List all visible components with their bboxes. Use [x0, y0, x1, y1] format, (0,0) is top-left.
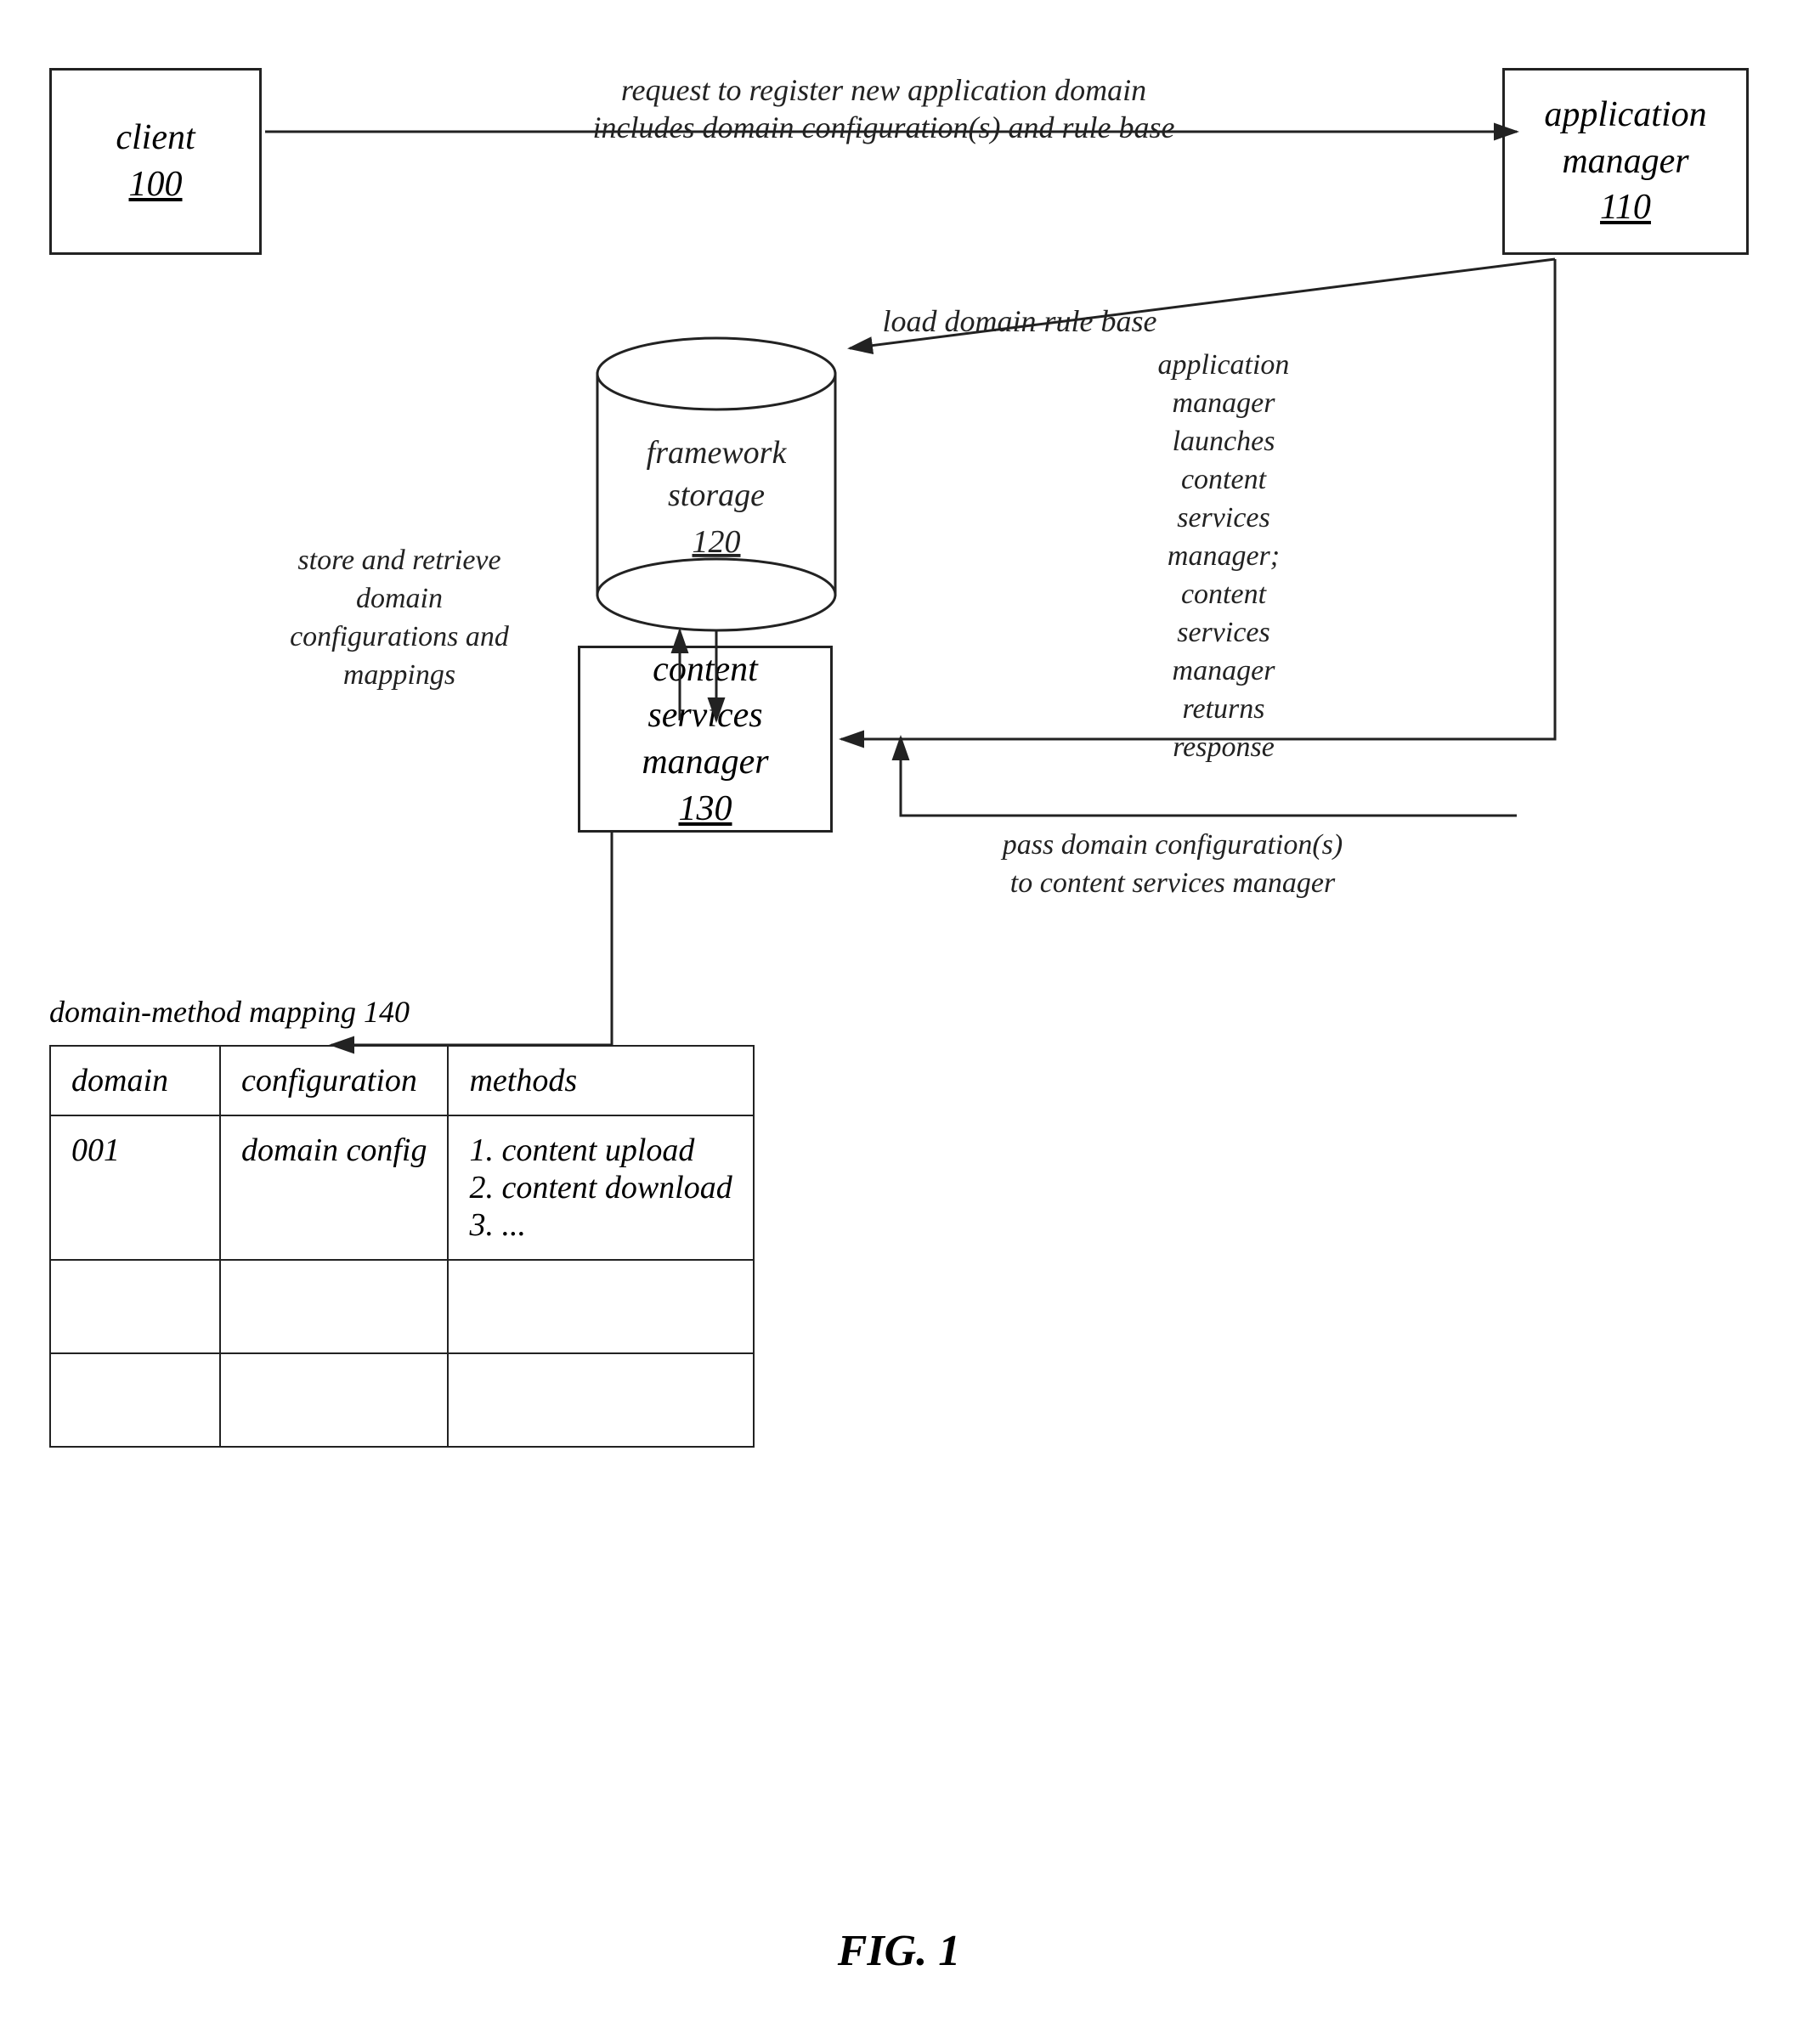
client-number: 100 — [129, 161, 183, 208]
diagram-container: client 100 applicationmanager 110 conten… — [0, 0, 1798, 2044]
table-cell-empty — [50, 1353, 220, 1447]
svg-text:launches: launches — [1173, 426, 1275, 457]
svg-text:content: content — [1181, 579, 1268, 610]
svg-text:services: services — [1177, 617, 1270, 648]
svg-text:mappings: mappings — [343, 659, 455, 691]
svg-text:120: 120 — [693, 524, 741, 560]
svg-text:configurations and: configurations and — [290, 621, 510, 652]
app-manager-label: applicationmanager — [1544, 92, 1706, 184]
svg-text:pass domain configuration(s): pass domain configuration(s) — [1001, 829, 1343, 861]
svg-text:load domain rule base: load domain rule base — [883, 304, 1157, 338]
svg-text:storage: storage — [668, 477, 765, 513]
svg-text:response: response — [1173, 731, 1275, 763]
svg-text:returns: returns — [1183, 693, 1265, 725]
client-label: client — [116, 115, 195, 161]
csm-number: 130 — [679, 786, 732, 833]
mapping-label: domain-method mapping 140 — [49, 994, 410, 1030]
svg-text:manager: manager — [1173, 387, 1276, 419]
table-cell-empty — [220, 1353, 448, 1447]
svg-text:application: application — [1158, 349, 1290, 381]
mapping-table: domain configuration methods 001 domain … — [49, 1045, 755, 1448]
csm-box: contentservicesmanager 130 — [578, 646, 833, 833]
figure-caption: FIG. 1 — [838, 1926, 960, 1976]
table-cell-empty — [448, 1260, 753, 1353]
csm-label: contentservicesmanager — [642, 647, 768, 786]
table-row — [50, 1353, 754, 1447]
client-box: client 100 — [49, 68, 262, 255]
svg-text:framework: framework — [647, 435, 788, 471]
svg-text:store and retrieve: store and retrieve — [297, 545, 500, 576]
svg-text:request to register new applic: request to register new application doma… — [621, 73, 1146, 107]
table-cell-empty — [448, 1353, 753, 1447]
table-header-methods: methods — [448, 1046, 753, 1115]
svg-text:to content services manager: to content services manager — [1010, 867, 1336, 899]
table-header-domain: domain — [50, 1046, 220, 1115]
svg-text:manager;: manager; — [1168, 540, 1280, 572]
svg-text:includes domain configuration(: includes domain configuration(s) and rul… — [593, 110, 1175, 144]
svg-text:domain: domain — [356, 583, 443, 614]
svg-text:manager: manager — [1173, 655, 1276, 686]
table-header-configuration: configuration — [220, 1046, 448, 1115]
table-cell-methods: 1. content upload2. content download3. .… — [448, 1115, 753, 1260]
table-cell-config: domain config — [220, 1115, 448, 1260]
table-cell-domain: 001 — [50, 1115, 220, 1260]
table-cell-empty — [50, 1260, 220, 1353]
app-manager-box: applicationmanager 110 — [1502, 68, 1749, 255]
svg-text:services: services — [1177, 502, 1270, 534]
table-row: 001 domain config 1. content upload2. co… — [50, 1115, 754, 1260]
app-manager-number: 110 — [1600, 184, 1651, 231]
svg-text:content: content — [1181, 464, 1268, 495]
table-row — [50, 1260, 754, 1353]
table-cell-empty — [220, 1260, 448, 1353]
